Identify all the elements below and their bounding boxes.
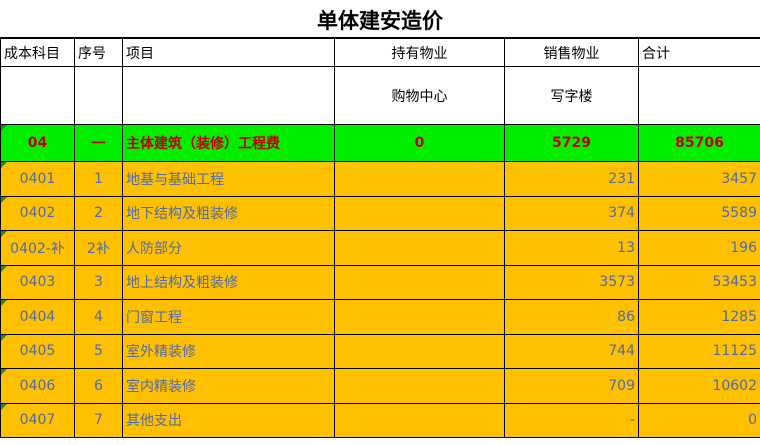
subheader-held[interactable]: 购物中心 [334,66,505,125]
row-seq[interactable]: 7 [74,402,123,438]
row-item[interactable]: 人防部分 [122,230,335,266]
summary-held[interactable]: 0 [334,124,505,162]
table-row: 0405 5 室外精装修 744 11125 [0,333,760,369]
row-item[interactable]: 地基与基础工程 [122,161,335,197]
sheet-title: 单体建安造价 [0,0,760,38]
row-total[interactable]: 53453 [638,264,760,300]
row-sold[interactable]: 374 [504,195,639,231]
header-seq[interactable]: 序号 [74,38,123,67]
row-code[interactable]: 0405 [0,333,75,369]
row-seq[interactable]: 6 [74,368,123,404]
row-seq[interactable]: 2 [74,195,123,231]
subheader-cell-empty[interactable] [74,66,123,125]
row-code[interactable]: 0406 [0,368,75,404]
row-total[interactable]: 0 [638,402,760,438]
row-sold[interactable]: 744 [504,333,639,369]
row-sold[interactable]: 3573 [504,264,639,300]
summary-sold[interactable]: 5729 [504,124,639,162]
row-seq[interactable]: 1 [74,161,123,197]
row-seq[interactable]: 3 [74,264,123,300]
row-total[interactable]: 5589 [638,195,760,231]
table-row: 0402 2 地下结构及粗装修 374 5589 [0,195,760,231]
row-total[interactable]: 1285 [638,299,760,335]
row-code[interactable]: 0403 [0,264,75,300]
header-item[interactable]: 项目 [122,38,335,67]
spreadsheet: 单体建安造价 成本科目 序号 项目 持有物业 销售物业 合计 购物中心 写字楼 [0,0,760,445]
row-item[interactable]: 其他支出 [122,402,335,438]
row-held[interactable] [334,161,505,197]
row-item[interactable]: 地上结构及粗装修 [122,264,335,300]
summary-item[interactable]: 主体建筑（装修）工程费 [122,124,335,162]
summary-row: 04 一 主体建筑（装修）工程费 0 5729 85706 [0,124,760,162]
row-item[interactable]: 室内精装修 [122,368,335,404]
row-held[interactable] [334,402,505,438]
row-total[interactable]: 196 [638,230,760,266]
row-item[interactable]: 门窗工程 [122,299,335,335]
header-total[interactable]: 合计 [638,38,760,67]
row-sold[interactable]: 13 [504,230,639,266]
table-row: 0403 3 地上结构及粗装修 3573 53453 [0,264,760,300]
row-sold[interactable]: 86 [504,299,639,335]
table-row: 0406 6 室内精装修 709 10602 [0,368,760,404]
row-seq[interactable]: 2补 [74,230,123,266]
row-item[interactable]: 室外精装修 [122,333,335,369]
row-held[interactable] [334,299,505,335]
table-row: 0402-补 2补 人防部分 13 196 [0,230,760,266]
subheader-cell-empty[interactable] [0,66,75,125]
row-total[interactable]: 11125 [638,333,760,369]
row-sold[interactable]: 231 [504,161,639,197]
row-code[interactable]: 0407 [0,402,75,438]
table-row: 0401 1 地基与基础工程 231 3457 [0,161,760,197]
subheader-row: 购物中心 写字楼 [0,66,760,125]
row-seq[interactable]: 4 [74,299,123,335]
row-sold[interactable]: - [504,402,639,438]
row-total[interactable]: 10602 [638,368,760,404]
row-held[interactable] [334,333,505,369]
table-row: 0404 4 门窗工程 86 1285 [0,299,760,335]
cost-table: 成本科目 序号 项目 持有物业 销售物业 合计 购物中心 写字楼 04 一 主体… [0,38,760,438]
table-row: 0407 7 其他支出 - 0 [0,402,760,438]
subheader-cell-empty[interactable] [638,66,760,125]
row-seq[interactable]: 5 [74,333,123,369]
row-held[interactable] [334,195,505,231]
row-sold[interactable]: 709 [504,368,639,404]
header-row: 成本科目 序号 项目 持有物业 销售物业 合计 [0,38,760,67]
header-sold[interactable]: 销售物业 [504,38,639,67]
header-code[interactable]: 成本科目 [0,38,75,67]
row-code[interactable]: 0402-补 [0,230,75,266]
row-total[interactable]: 3457 [638,161,760,197]
header-held[interactable]: 持有物业 [334,38,505,67]
row-code[interactable]: 0402 [0,195,75,231]
subheader-cell-empty[interactable] [122,66,335,125]
row-held[interactable] [334,230,505,266]
row-code[interactable]: 0404 [0,299,75,335]
row-item[interactable]: 地下结构及粗装修 [122,195,335,231]
row-held[interactable] [334,264,505,300]
summary-total[interactable]: 85706 [638,124,760,162]
row-code[interactable]: 0401 [0,161,75,197]
row-held[interactable] [334,368,505,404]
summary-code[interactable]: 04 [0,124,75,162]
summary-seq[interactable]: 一 [74,124,123,162]
subheader-sold[interactable]: 写字楼 [504,66,639,125]
